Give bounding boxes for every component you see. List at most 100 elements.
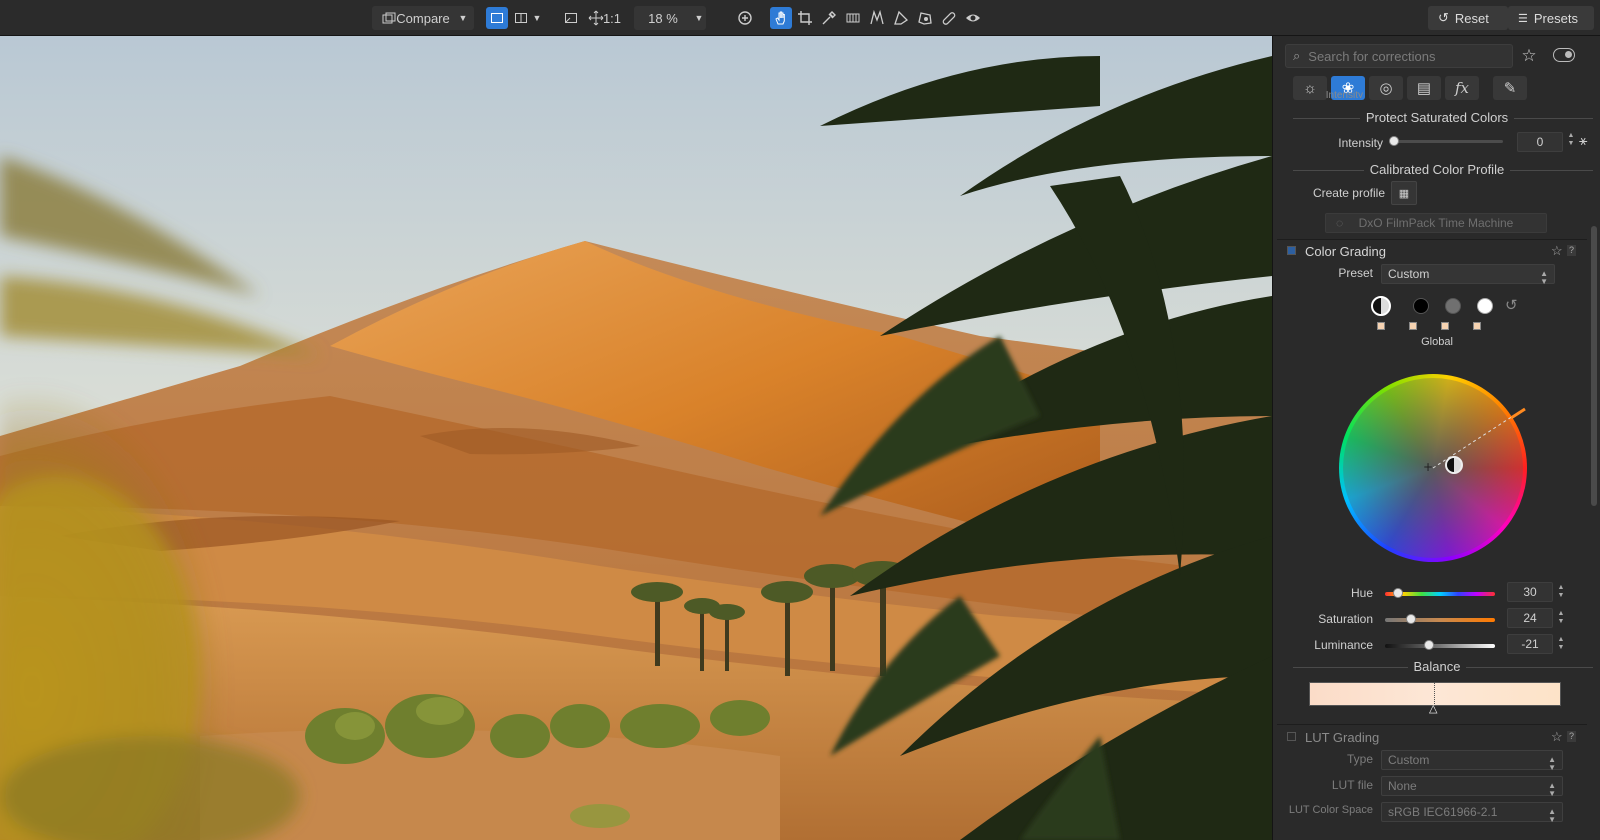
range-highlights-swatch xyxy=(1473,322,1481,330)
favorite-star-icon[interactable]: ☆ xyxy=(1551,729,1563,745)
saturation-knob[interactable] xyxy=(1406,614,1417,624)
undo-arrow-icon: ↺ xyxy=(1438,10,1449,25)
tab-local[interactable]: ✎ xyxy=(1493,76,1527,100)
eye-icon xyxy=(966,14,980,22)
luminance-slider[interactable] xyxy=(1385,644,1495,648)
presets-label: Presets xyxy=(1533,10,1578,26)
top-toolbar: Compare ▼ ▼ 1:1 18 % ▼ ↺ Reset ☰ Presets xyxy=(0,0,1600,36)
zoom-value[interactable]: 18 % xyxy=(640,7,686,29)
search-box[interactable]: ⌕ xyxy=(1285,44,1513,68)
auto-wand-icon[interactable]: ⚹ xyxy=(1579,132,1587,149)
wheel-handle[interactable] xyxy=(1445,456,1463,474)
tab-detail[interactable]: ◎ xyxy=(1369,76,1403,100)
crop-tool-button[interactable] xyxy=(794,7,816,29)
search-icon: ⌕ xyxy=(1293,48,1301,63)
intensity-label-partial: Intensity xyxy=(1325,90,1363,98)
zoom-chevron-down-icon[interactable]: ▼ xyxy=(692,7,706,29)
perspective-icon xyxy=(870,10,884,25)
protect-intensity-knob[interactable] xyxy=(1389,136,1399,146)
tab-geometry[interactable]: ▤ xyxy=(1407,76,1441,100)
luminance-label: Luminance xyxy=(1314,638,1373,652)
create-profile-button[interactable]: ▦ xyxy=(1391,181,1417,205)
range-highlights-button[interactable] xyxy=(1477,298,1493,314)
calibrated-profile-title: Calibrated Color Profile xyxy=(1273,162,1600,177)
help-icon[interactable]: ? xyxy=(1567,245,1576,256)
saturation-spinner[interactable]: ▲ ▼ xyxy=(1557,610,1565,626)
lut-grading-header[interactable]: LUT Grading ☆ ? xyxy=(1273,726,1591,748)
crop-icon xyxy=(798,11,812,25)
range-label: Global xyxy=(1421,336,1453,348)
protect-intensity-value[interactable]: 0 xyxy=(1517,132,1563,152)
luminance-spinner[interactable]: ▲ ▼ xyxy=(1557,636,1565,652)
luminance-knob[interactable] xyxy=(1424,640,1434,650)
view-mode-chevron-down-icon[interactable]: ▼ xyxy=(530,7,544,29)
zoom-in-icon xyxy=(738,11,752,25)
filmpack-time-machine-button[interactable]: ◌ DxO FilmPack Time Machine xyxy=(1325,213,1547,233)
range-shadows-button[interactable] xyxy=(1413,298,1429,314)
protect-intensity-spinner[interactable]: ▲ ▼ xyxy=(1567,132,1575,148)
lut-grading-title: LUT Grading xyxy=(1305,730,1380,745)
balance-handle[interactable]: △ xyxy=(1429,702,1437,715)
range-shadows-swatch xyxy=(1409,322,1417,330)
lut-color-space-select[interactable]: sRGB IEC61966-2.1 ▲ ▼ xyxy=(1381,802,1563,824)
preset-select[interactable]: Custom ▲ ▼ xyxy=(1381,264,1555,286)
lut-type-select[interactable]: Custom ▲ ▼ xyxy=(1381,750,1563,772)
hue-knob[interactable] xyxy=(1393,588,1404,598)
spinner-icon: ◌ xyxy=(1336,216,1344,230)
split-view-button[interactable] xyxy=(510,7,532,29)
reset-label: Reset xyxy=(1454,10,1489,26)
lut-file-select[interactable]: None ▲ ▼ xyxy=(1381,776,1563,798)
range-global-swatch xyxy=(1377,322,1385,330)
single-view-button[interactable] xyxy=(486,7,508,29)
search-input[interactable] xyxy=(1306,47,1491,65)
lut-type-label: Type xyxy=(1346,752,1373,766)
lut-file-label: LUT file xyxy=(1331,778,1373,792)
eyedropper-icon xyxy=(822,11,836,25)
color-grading-header[interactable]: Color Grading ☆ ? xyxy=(1273,240,1591,262)
local-adjust-tool-button[interactable] xyxy=(890,7,912,29)
desert-dune-photo xyxy=(0,36,1272,840)
tab-effects[interactable]: fx xyxy=(1445,76,1479,100)
hand-tool-button[interactable] xyxy=(770,7,792,29)
favorites-star-icon[interactable]: ☆ xyxy=(1517,46,1541,66)
range-midtones-button[interactable] xyxy=(1445,298,1461,314)
perspective-tool-button[interactable] xyxy=(866,7,888,29)
protect-intensity-label: Intensity xyxy=(1338,136,1383,150)
hue-value[interactable]: 30 xyxy=(1507,582,1553,602)
toggle-icon[interactable] xyxy=(1553,48,1575,62)
repair-tool-button[interactable] xyxy=(938,7,960,29)
color-chart-icon: ▦ xyxy=(1398,187,1410,200)
favorite-star-icon[interactable]: ☆ xyxy=(1551,243,1563,259)
single-view-icon xyxy=(491,13,503,23)
compare-label[interactable]: Compare xyxy=(396,7,449,29)
fit-screen-icon xyxy=(565,13,577,23)
panel-scrollbar[interactable] xyxy=(1591,226,1597,506)
zoom-in-button[interactable] xyxy=(734,7,756,29)
presets-button[interactable]: ☰ Presets xyxy=(1508,6,1594,30)
reset-wheel-icon[interactable]: ↺ xyxy=(1505,296,1518,314)
color-grading-enable-checkbox[interactable] xyxy=(1287,246,1296,255)
zoom-one-to-one-button[interactable]: 1:1 xyxy=(600,7,624,29)
compare-chevron-down-icon[interactable]: ▼ xyxy=(456,7,470,29)
photo-canvas[interactable] xyxy=(0,36,1272,840)
saturation-value[interactable]: 24 xyxy=(1507,608,1553,628)
luminance-value[interactable]: -21 xyxy=(1507,634,1553,654)
help-icon[interactable]: ? xyxy=(1567,731,1576,742)
fit-screen-button[interactable] xyxy=(560,7,582,29)
preview-toggle-button[interactable] xyxy=(962,7,984,29)
hue-spinner[interactable]: ▲ ▼ xyxy=(1557,584,1565,600)
saturation-label: Saturation xyxy=(1318,612,1373,626)
mask-tool-button[interactable] xyxy=(914,7,936,29)
horizon-tool-button[interactable] xyxy=(842,7,864,29)
lut-grading-enable-checkbox[interactable] xyxy=(1287,732,1296,741)
aperture-icon: ◎ xyxy=(1379,80,1393,97)
eyedropper-tool-button[interactable] xyxy=(818,7,840,29)
divider xyxy=(1277,724,1587,725)
protect-intensity-slider[interactable] xyxy=(1391,140,1503,143)
range-global-button[interactable] xyxy=(1371,296,1391,316)
reset-button[interactable]: ↺ Reset xyxy=(1428,6,1508,30)
saturation-slider[interactable] xyxy=(1385,618,1495,622)
local-adjust-icon xyxy=(894,10,909,25)
hand-icon xyxy=(775,11,785,25)
protect-saturated-title: Protect Saturated Colors xyxy=(1273,110,1600,125)
